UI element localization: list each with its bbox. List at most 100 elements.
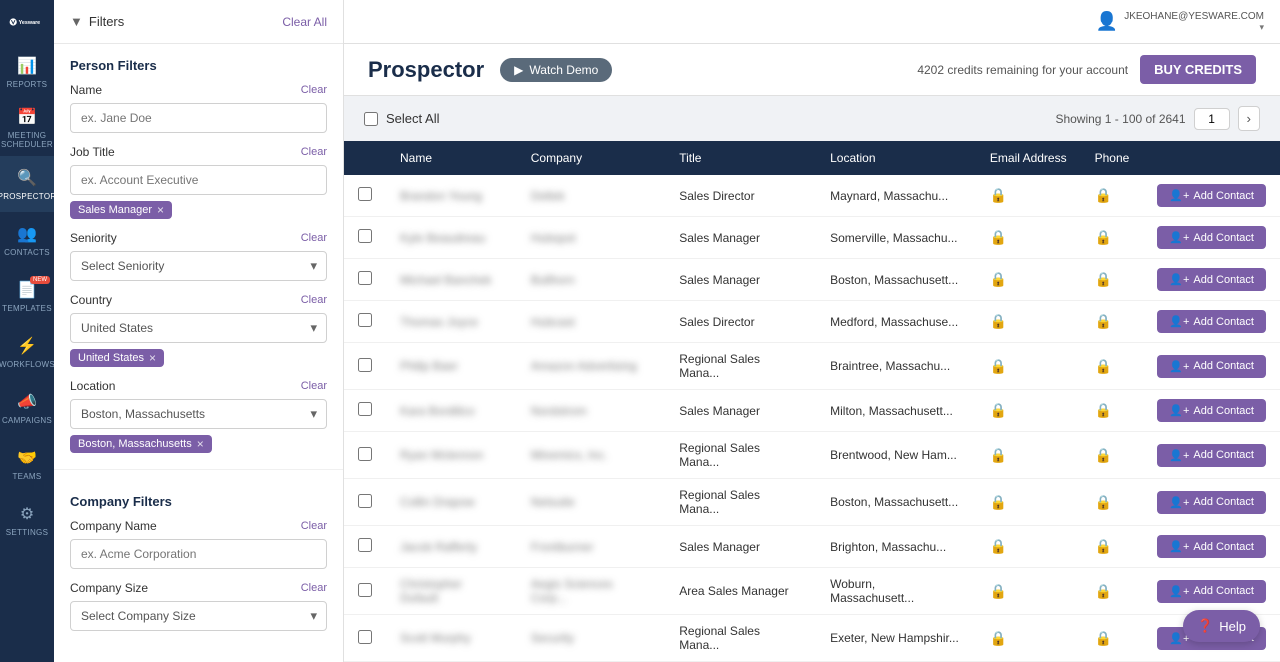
contact-company-3: Hubcast: [531, 315, 575, 329]
teams-icon: 🤝: [17, 448, 37, 468]
user-email: JKEOHANE@YESWARE.COM: [1124, 11, 1264, 22]
add-contact-button-9[interactable]: 👤+ Add Contact: [1157, 580, 1266, 603]
company-size-select[interactable]: Select Company Size 1-10 11-50 51-200 20…: [70, 601, 327, 631]
email-lock-icon-4: 🔒: [990, 358, 1007, 374]
add-contact-button-1[interactable]: 👤+ Add Contact: [1157, 226, 1266, 249]
row-checkbox-3[interactable]: [358, 313, 372, 327]
add-contact-button-7[interactable]: 👤+ Add Contact: [1157, 491, 1266, 514]
location-clear[interactable]: Clear: [301, 380, 327, 392]
company-name-input[interactable]: [70, 539, 327, 569]
location-label: Location: [70, 379, 115, 393]
user-info[interactable]: 👤 JKEOHANE@YESWARE.COM ▾: [1096, 11, 1264, 33]
row-checkbox-0[interactable]: [358, 187, 372, 201]
company-name-clear[interactable]: Clear: [301, 520, 327, 532]
logo[interactable]: Yesware: [0, 0, 54, 44]
contact-title-2: Sales Manager: [665, 259, 816, 301]
contact-title-9: Area Sales Manager: [665, 568, 816, 615]
action-header: [1143, 141, 1280, 175]
campaigns-icon: 📣: [17, 392, 37, 412]
name-filter-clear[interactable]: Clear: [301, 84, 327, 96]
country-clear[interactable]: Clear: [301, 294, 327, 306]
company-size-clear[interactable]: Clear: [301, 582, 327, 594]
buy-credits-button[interactable]: BUY CREDITS: [1140, 55, 1256, 84]
phone-lock-icon-3: 🔒: [1095, 313, 1112, 329]
new-badge: NEW: [30, 276, 50, 284]
clear-all-button[interactable]: Clear All: [282, 15, 327, 29]
email-lock-icon-1: 🔒: [990, 229, 1007, 245]
page-title: Prospector: [368, 57, 484, 83]
watch-demo-button[interactable]: ▶ Watch Demo: [500, 58, 612, 82]
united-states-tag-close[interactable]: ×: [149, 352, 156, 364]
name-input[interactable]: [70, 103, 327, 133]
add-contact-button-6[interactable]: 👤+ Add Contact: [1157, 444, 1266, 467]
seniority-select[interactable]: Select Seniority Entry Level Mid Level S…: [70, 251, 327, 281]
add-contact-icon-1: 👤+: [1169, 231, 1189, 244]
filters-title: Filters: [89, 14, 124, 29]
nav-item-contacts[interactable]: 👥 CONTACTS: [0, 212, 54, 268]
nav-item-teams[interactable]: 🤝 TEAMS: [0, 436, 54, 492]
contact-company-8: Frontburner: [531, 540, 594, 554]
nav-item-settings[interactable]: ⚙ SETTINGS: [0, 492, 54, 548]
row-checkbox-2[interactable]: [358, 271, 372, 285]
contact-location-4: Braintree, Massachu...: [816, 343, 976, 390]
svg-text:Yesware: Yesware: [19, 20, 41, 26]
nav-item-reports[interactable]: 📊 REPORTS: [0, 44, 54, 100]
phone-lock-icon-4: 🔒: [1095, 358, 1112, 374]
contact-name-7: Collin Drapow: [400, 495, 475, 509]
row-checkbox-5[interactable]: [358, 402, 372, 416]
table-row: Brandon Young Deltek Sales Director Mayn…: [344, 175, 1280, 217]
table-row: Jacob Rafferty Frontburner Sales Manager…: [344, 526, 1280, 568]
table-row: Scott Murphy Security Regional Sales Man…: [344, 615, 1280, 662]
left-navigation: Yesware 📊 REPORTS 📅 MEETING SCHEDULER 🔍 …: [0, 0, 54, 662]
add-contact-icon-8: 👤+: [1169, 540, 1189, 553]
company-size-label: Company Size: [70, 581, 148, 595]
add-contact-button-3[interactable]: 👤+ Add Contact: [1157, 310, 1266, 333]
phone-lock-icon-0: 🔒: [1095, 187, 1112, 203]
row-checkbox-10[interactable]: [358, 630, 372, 644]
country-select[interactable]: United States Canada United Kingdom: [70, 313, 327, 343]
row-checkbox-4[interactable]: [358, 358, 372, 372]
phone-lock-icon-7: 🔒: [1095, 494, 1112, 510]
contact-company-4: Amazon Advertising: [531, 359, 637, 373]
add-contact-icon-9: 👤+: [1169, 585, 1189, 598]
contact-company-9: Aegis Sciences Corp...: [531, 577, 613, 605]
row-checkbox-7[interactable]: [358, 494, 372, 508]
add-contact-button-4[interactable]: 👤+ Add Contact: [1157, 355, 1266, 378]
help-button[interactable]: ❓ Help: [1183, 610, 1260, 642]
boston-tag-close[interactable]: ×: [197, 438, 204, 450]
contact-name-2: Michael Banchek: [400, 273, 491, 287]
contact-name-10: Scott Murphy: [400, 631, 471, 645]
contact-title-5: Sales Manager: [665, 390, 816, 432]
phone-lock-icon-9: 🔒: [1095, 583, 1112, 599]
add-contact-button-8[interactable]: 👤+ Add Contact: [1157, 535, 1266, 558]
page-number-input[interactable]: [1194, 108, 1230, 130]
location-select[interactable]: Boston, Massachusetts New York, New York…: [70, 399, 327, 429]
nav-item-meeting-scheduler[interactable]: 📅 MEETING SCHEDULER: [0, 100, 54, 156]
table-row: Michael Banchek Bullhorn Sales Manager B…: [344, 259, 1280, 301]
name-header: Name: [386, 141, 517, 175]
contact-company-6: Minemics, Inc.: [531, 448, 608, 462]
table-row: Christopher Dufault Aegis Sciences Corp.…: [344, 568, 1280, 615]
row-checkbox-8[interactable]: [358, 538, 372, 552]
select-all-checkbox[interactable]: [364, 112, 378, 126]
row-checkbox-1[interactable]: [358, 229, 372, 243]
nav-item-workflows[interactable]: ⚡ WORKFLOWS: [0, 324, 54, 380]
contact-location-3: Medford, Massachuse...: [816, 301, 976, 343]
seniority-clear[interactable]: Clear: [301, 232, 327, 244]
job-title-input[interactable]: [70, 165, 327, 195]
add-contact-icon-0: 👤+: [1169, 189, 1189, 202]
boston-tag: Boston, Massachusetts ×: [70, 435, 212, 453]
job-title-clear[interactable]: Clear: [301, 146, 327, 158]
row-checkbox-9[interactable]: [358, 583, 372, 597]
row-checkbox-6[interactable]: [358, 447, 372, 461]
add-contact-button-2[interactable]: 👤+ Add Contact: [1157, 268, 1266, 291]
phone-lock-icon-8: 🔒: [1095, 538, 1112, 554]
nav-item-campaigns[interactable]: 📣 CAMPAIGNS: [0, 380, 54, 436]
nav-item-templates[interactable]: 📄 TEMPLATES NEW: [0, 268, 54, 324]
sales-manager-tag-close[interactable]: ×: [157, 204, 164, 216]
contact-company-10: Security: [531, 631, 574, 645]
nav-item-prospector[interactable]: 🔍 PROSPECTOR: [0, 156, 54, 212]
add-contact-button-5[interactable]: 👤+ Add Contact: [1157, 399, 1266, 422]
add-contact-button-0[interactable]: 👤+ Add Contact: [1157, 184, 1266, 207]
next-page-button[interactable]: ›: [1238, 106, 1260, 131]
